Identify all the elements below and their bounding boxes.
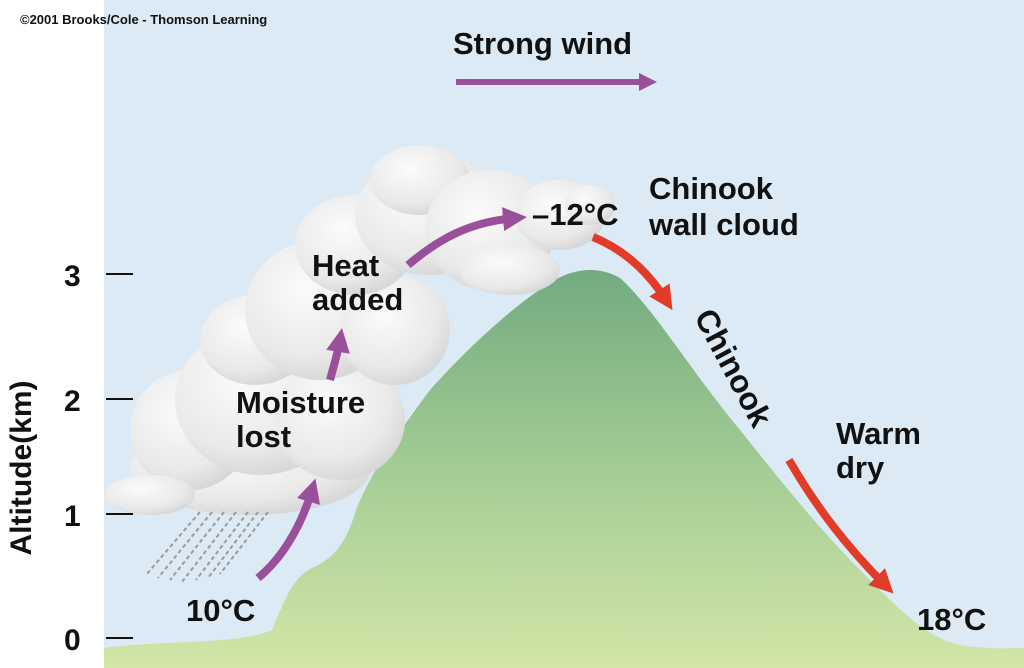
moisture-lost-line1: Moisture [236,385,366,420]
tick-label-2: 2 [64,385,81,418]
warm-dry-line2: dry [836,450,885,485]
heat-added-line1: Heat [312,248,380,283]
chinook-diagram: ©2001 Brooks/Cole - Thomson Learning Str… [0,0,1024,668]
warm-dry-line1: Warm [836,416,921,451]
temp-end-label: 18°C [917,602,987,637]
strong-wind-label: Strong wind [453,26,633,61]
temp-start-label: 10°C [186,593,256,628]
wall-cloud-line1: Chinook [649,171,773,206]
tick-label-0: 0 [64,624,81,657]
tick-label-3: 3 [64,260,81,293]
copyright-text: ©2001 Brooks/Cole - Thomson Learning [20,12,268,27]
diagram-canvas [104,0,1024,668]
wall-cloud-line2: wall cloud [649,207,799,242]
axis-title: Altitude(km) [5,380,38,556]
moisture-lost-line2: lost [236,419,292,454]
tick-label-1: 1 [64,500,81,533]
temp-top-label: –12°C [532,197,619,232]
heat-added-line2: added [312,282,404,317]
